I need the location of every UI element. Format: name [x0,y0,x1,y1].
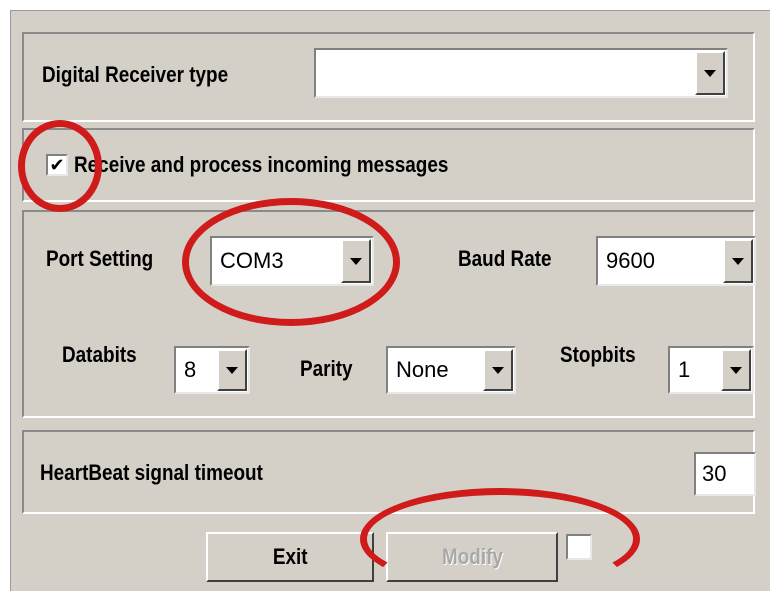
parity-label: Parity [300,356,353,381]
port-select[interactable]: COM3 [210,236,374,286]
heartbeat-label: HeartBeat signal timeout [40,460,263,485]
chevron-down-icon [704,69,716,77]
receiver-type-label: Digital Receiver type [42,62,229,87]
stopbits-label: Stopbits [560,342,636,367]
databits-select[interactable]: 8 [174,346,250,394]
baud-rate-dropdown-button[interactable] [723,239,753,283]
check-icon: ✔ [49,155,65,175]
chevron-down-icon [350,257,362,265]
port-value: COM3 [220,248,284,273]
receive-panel: ✔ Receive and process incoming messages [22,128,755,202]
stopbits-dropdown-button[interactable] [721,349,751,391]
receiver-type-select[interactable] [314,48,728,98]
port-settings-panel: Port Setting COM3 Baud Rate 9600 Databit… [22,210,756,418]
port-setting-label: Port Setting [46,246,154,271]
receiver-type-dropdown-button[interactable] [695,51,725,95]
receive-checkbox[interactable]: ✔ [46,154,68,176]
databits-value: 8 [184,357,197,382]
parity-value: None [396,357,449,382]
baud-rate-select[interactable]: 9600 [596,236,756,286]
databits-dropdown-button[interactable] [217,349,247,391]
parity-select[interactable]: None [386,346,516,394]
exit-button[interactable]: Exit [206,532,374,582]
modify-button[interactable]: Modify [386,532,558,582]
chevron-down-icon [730,366,742,374]
heartbeat-panel: HeartBeat signal timeout 30 [22,430,756,514]
databits-label: Databits [62,342,137,367]
modify-checkbox[interactable] [566,534,592,560]
exit-button-label: Exit [272,544,308,569]
chevron-down-icon [226,366,238,374]
receiver-panel: Digital Receiver type [22,32,755,122]
chevron-down-icon [492,366,504,374]
baud-rate-value: 9600 [606,248,655,273]
baud-rate-label: Baud Rate [458,246,552,271]
heartbeat-timeout-input[interactable]: 30 [694,452,756,496]
parity-dropdown-button[interactable] [483,349,513,391]
stopbits-select[interactable]: 1 [668,346,754,394]
receive-label: Receive and process incoming messages [74,152,449,177]
port-dropdown-button[interactable] [341,239,371,283]
modify-button-label: Modify [441,544,503,569]
chevron-down-icon [732,257,744,265]
stopbits-value: 1 [678,357,691,382]
